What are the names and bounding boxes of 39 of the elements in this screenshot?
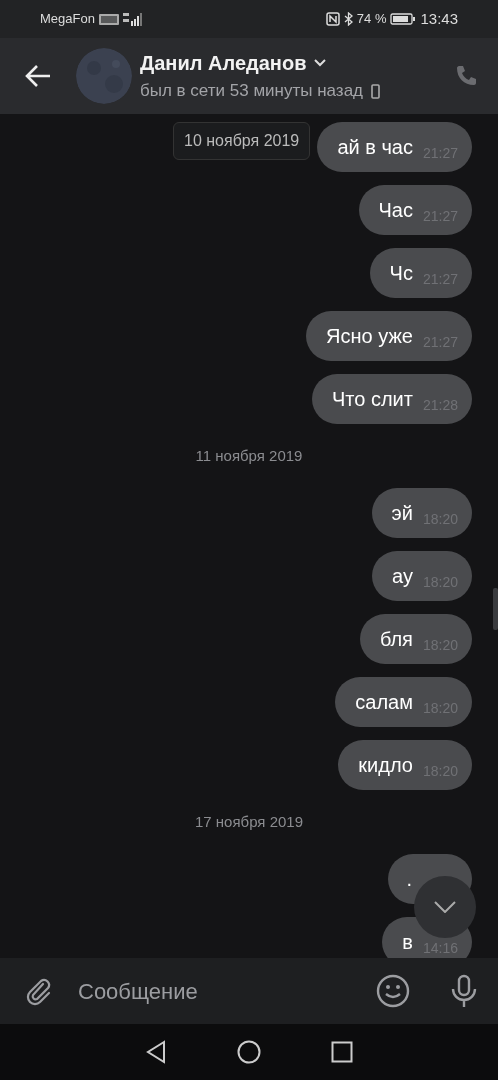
date-separator: 11 ноября 2019 — [195, 445, 303, 466]
volte-icon — [98, 13, 119, 25]
avatar — [76, 48, 132, 104]
message-text: в — [402, 930, 413, 955]
back-button[interactable] — [24, 64, 52, 88]
nav-back-button[interactable] — [145, 1040, 167, 1064]
message-input-field[interactable]: Сообщение — [78, 974, 352, 1008]
nfc-icon — [325, 12, 340, 26]
microphone-button[interactable] — [450, 974, 478, 1008]
floating-date-label: 10 ноября 2019 — [173, 122, 311, 160]
carrier-name: MegaFon — [40, 10, 95, 29]
message-text: ау — [392, 564, 413, 589]
message-composer[interactable]: Сообщение — [0, 958, 498, 1024]
chevron-down-icon — [314, 59, 327, 68]
message-text: Час — [378, 198, 413, 223]
signal-icon — [122, 12, 145, 26]
battery-icon — [390, 13, 417, 25]
message-text: салам — [355, 690, 413, 715]
message-text: . — [406, 867, 412, 892]
scrollbar-thumb — [493, 588, 498, 630]
date-separator: 17 ноября 2019 — [195, 811, 303, 832]
message-text: ай в час — [337, 135, 413, 160]
last-seen-status: был в сети 53 минуты назад — [140, 80, 363, 103]
emoji-button[interactable] — [376, 974, 410, 1008]
battery-percent: 74 % — [356, 10, 387, 29]
message-text: эй — [391, 501, 413, 526]
call-button[interactable] — [454, 64, 478, 88]
clock-time: 13:43 — [420, 8, 458, 29]
contact-name[interactable]: Данил Аледанов — [140, 48, 307, 79]
phone-device-icon — [371, 83, 380, 99]
message-text: кидло — [358, 753, 413, 778]
bluetooth-icon — [343, 12, 353, 26]
nav-home-button[interactable] — [237, 1040, 261, 1064]
message-text: Чс — [389, 261, 413, 286]
message-text: бля — [379, 627, 413, 652]
message-text: Ясно уже — [326, 324, 413, 349]
nav-recents-button[interactable] — [331, 1041, 353, 1063]
message-text: Что слит — [332, 387, 413, 412]
chevron-down-icon — [434, 901, 456, 913]
